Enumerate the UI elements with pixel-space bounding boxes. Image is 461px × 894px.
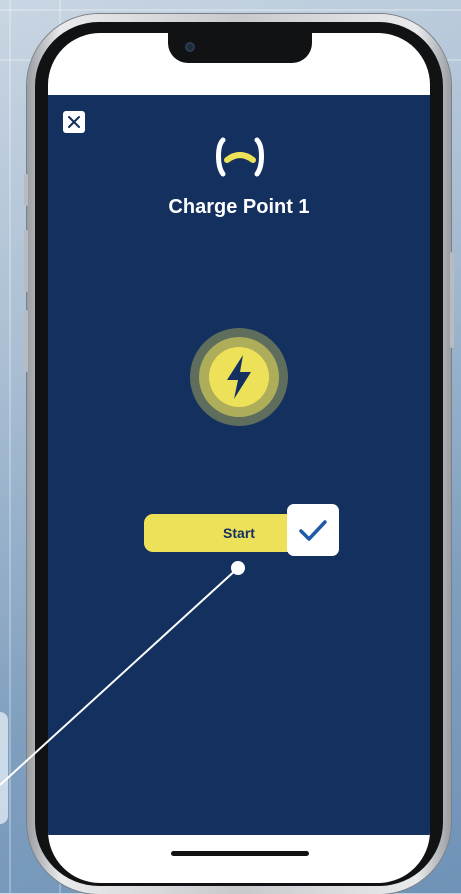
phone-screen: Charge Point 1 Start (48, 33, 430, 883)
phone-side-button (24, 174, 28, 206)
brand-logo-icon (216, 137, 264, 177)
home-indicator[interactable] (171, 851, 309, 856)
page-title: Charge Point 1 (168, 196, 310, 218)
confirm-checkmark[interactable] (287, 504, 339, 556)
checkmark-icon (299, 520, 327, 541)
background-card (0, 712, 8, 824)
charging-indicator (190, 328, 288, 426)
close-button[interactable] (63, 111, 85, 133)
camera-icon (185, 42, 195, 52)
phone-notch (168, 33, 312, 63)
phone-frame: Charge Point 1 Start (24, 14, 454, 894)
phone-side-button (24, 230, 28, 292)
phone-side-button (450, 252, 454, 348)
phone-side-button (24, 310, 28, 372)
charge-point-screen: Charge Point 1 Start (48, 95, 430, 835)
close-icon (68, 116, 80, 128)
